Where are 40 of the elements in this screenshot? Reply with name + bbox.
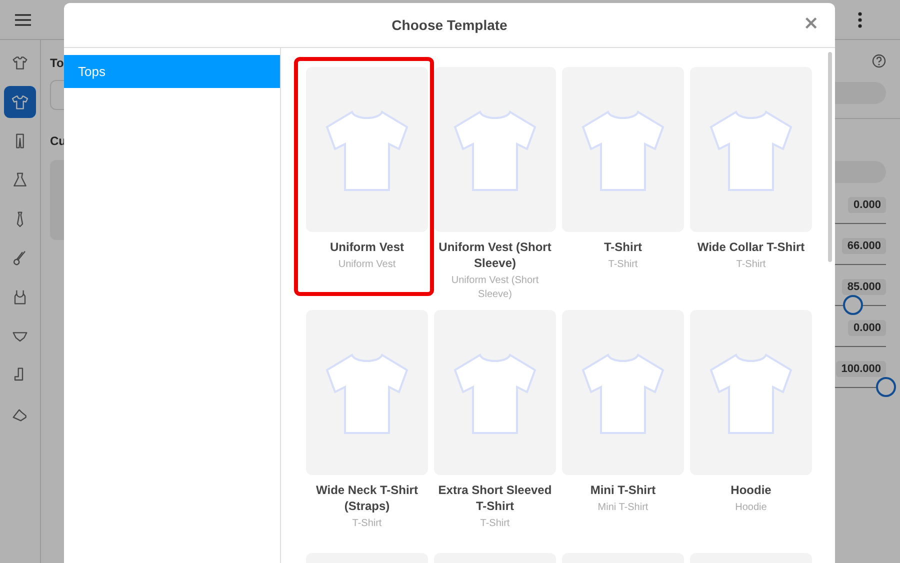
template-name: T-Shirt: [603, 239, 643, 255]
template-thumbnail[interactable]: [690, 67, 812, 232]
slider-value: 85.000: [842, 279, 886, 295]
template-name: Uniform Vest: [328, 239, 405, 255]
template-type: T-Shirt: [479, 517, 511, 531]
slider-value: 66.000: [842, 238, 886, 254]
dialog-title: Choose Template: [392, 17, 508, 33]
template-thumbnail[interactable]: [306, 67, 428, 232]
template-name: Mini T-Shirt: [589, 482, 657, 498]
slider-value: 0.000: [848, 197, 886, 213]
template-type: Hoodie: [734, 501, 768, 515]
category-item[interactable]: Tops: [64, 55, 280, 88]
slider-thumb[interactable]: [876, 377, 896, 397]
template-thumbnail[interactable]: [562, 67, 684, 232]
template-type: T-Shirt: [351, 517, 383, 531]
template-type: Uniform Vest (Short Sleeve): [450, 274, 540, 302]
template-name: Wide Collar T-Shirt: [696, 239, 806, 255]
panel-heading: To: [50, 56, 65, 70]
menu-icon[interactable]: [15, 14, 31, 26]
close-button[interactable]: ×: [799, 11, 823, 35]
template-thumbnail[interactable]: [690, 310, 812, 475]
template-thumbnail[interactable]: [306, 310, 428, 475]
slider-value: 0.000: [848, 320, 886, 336]
slider-thumb[interactable]: [843, 295, 863, 315]
template-name: Wide Neck T-Shirt (Straps): [315, 482, 419, 514]
more-icon[interactable]: [858, 12, 862, 28]
scrollbar-thumb[interactable]: [828, 52, 832, 262]
template-type: Mini T-Shirt: [596, 501, 650, 515]
template-name: Uniform Vest (Short Sleeve): [438, 239, 552, 271]
template-thumbnail[interactable]: [562, 310, 684, 475]
template-name: Extra Short Sleeved T-Shirt: [437, 482, 553, 514]
template-type: T-Shirt: [607, 258, 639, 272]
template-thumbnail[interactable]: [434, 310, 556, 475]
help-icon[interactable]: [872, 54, 886, 68]
shirt-icon[interactable]: [4, 86, 36, 118]
template-type: T-Shirt: [735, 258, 767, 272]
template-type: Uniform Vest: [337, 258, 397, 272]
slider-value: 100.000: [836, 361, 886, 377]
template-name: Hoodie: [730, 482, 772, 498]
template-thumbnail[interactable]: [434, 67, 556, 232]
